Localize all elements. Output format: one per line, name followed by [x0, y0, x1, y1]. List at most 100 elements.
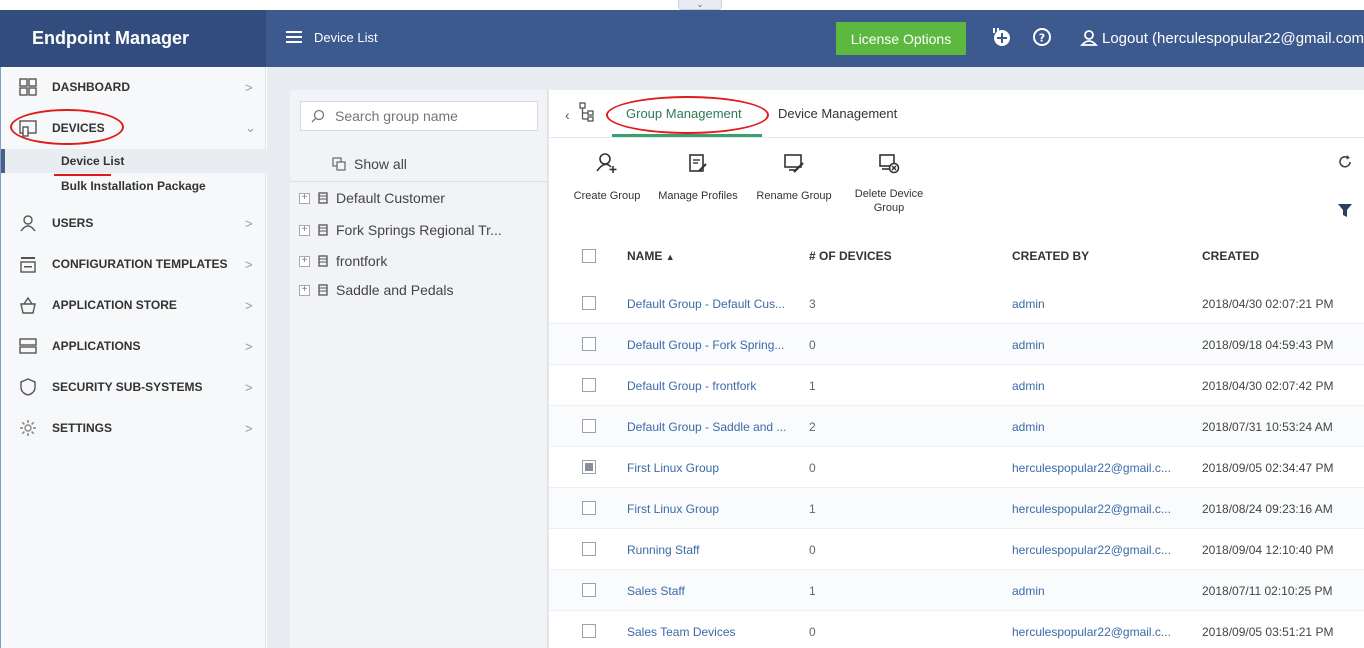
cell-created-by[interactable]: herculespopular22@gmail.c...: [1012, 461, 1182, 475]
cell-created-by[interactable]: admin: [1012, 379, 1182, 393]
tree-node[interactable]: + Default Customer: [299, 186, 445, 210]
cell-name[interactable]: Running Staff: [627, 543, 787, 557]
row-checkbox[interactable]: [582, 337, 596, 351]
cell-created-by[interactable]: admin: [1012, 297, 1182, 311]
tab-group-management[interactable]: Group Management: [626, 106, 742, 121]
table-row[interactable]: First Linux Group 1 herculespopular22@gmai…: [549, 488, 1364, 529]
applications-icon: [19, 338, 37, 354]
menu-toggle-icon[interactable]: [286, 28, 302, 48]
tree-node[interactable]: + frontfork: [299, 249, 387, 273]
group-search[interactable]: [300, 101, 538, 131]
cell-created: 2018/09/04 12:10:40 PM: [1202, 543, 1334, 557]
row-checkbox[interactable]: [582, 378, 596, 392]
tree-node[interactable]: + Fork Springs Regional Tr...: [299, 218, 502, 242]
cell-created-by[interactable]: herculespopular22@gmail.c...: [1012, 625, 1182, 639]
sidebar-item-users[interactable]: USERS >: [1, 203, 267, 243]
table-row[interactable]: Default Group - frontfork 1 admin 2018/04/3…: [549, 365, 1364, 406]
tree-node[interactable]: + Saddle and Pedals: [299, 278, 454, 302]
logout-link[interactable]: Logout (herculespopular22@gmail.com): [1080, 29, 1364, 47]
show-all-link[interactable]: Show all: [290, 146, 548, 182]
row-checkbox[interactable]: [582, 460, 596, 474]
cell-name[interactable]: First Linux Group: [627, 502, 787, 516]
table-row[interactable]: Sales Team Devices 0 herculespopular22@gma…: [549, 611, 1364, 648]
help-icon[interactable]: ?: [1032, 27, 1052, 47]
table-row[interactable]: Default Group - Saddle and ... 2 admin 2018…: [549, 406, 1364, 447]
tab-device-management[interactable]: Device Management: [778, 106, 897, 121]
table-row[interactable]: Sales Staff 1 admin 2018/07/11 02:10:25 PM: [549, 570, 1364, 611]
cell-created-by[interactable]: admin: [1012, 338, 1182, 352]
cell-name[interactable]: Default Group - frontfork: [627, 379, 787, 393]
cell-name[interactable]: Default Group - Saddle and ...: [627, 420, 787, 434]
cell-name[interactable]: First Linux Group: [627, 461, 787, 475]
add-icon[interactable]: [991, 27, 1011, 47]
column-header-count[interactable]: # OF DEVICES: [809, 249, 892, 263]
cell-name[interactable]: Default Group - Default Cus...: [627, 297, 787, 311]
breadcrumb: Device List: [314, 30, 378, 45]
row-checkbox[interactable]: [582, 583, 596, 597]
cell-created: 2018/07/11 02:10:25 PM: [1202, 584, 1333, 598]
sidebar-item-configuration-templates[interactable]: CONFIGURATION TEMPLATES >: [1, 244, 267, 284]
license-options-button[interactable]: License Options: [836, 22, 966, 55]
group-tree-panel: Show all + Default Customer + Fork Sprin…: [290, 90, 548, 648]
sidebar-label: DASHBOARD: [52, 80, 130, 94]
refresh-icon[interactable]: [1337, 154, 1353, 170]
filter-icon[interactable]: [1338, 204, 1352, 218]
sidebar-label: CONFIGURATION TEMPLATES: [52, 257, 228, 271]
manage-profiles-button[interactable]: Manage Profiles: [655, 152, 741, 202]
expand-icon[interactable]: +: [299, 284, 310, 296]
chevron-right-icon: >: [245, 338, 253, 354]
cell-name[interactable]: Sales Staff: [627, 584, 787, 598]
sidebar-item-devices[interactable]: DEVICES ⌄: [1, 108, 267, 148]
table-header: NAME ▲ # OF DEVICES CREATED BY CREATED: [549, 238, 1364, 274]
server-icon: [318, 224, 328, 236]
table-row[interactable]: Default Group - Fork Spring... 0 admin 2018…: [549, 324, 1364, 365]
select-all-checkbox[interactable]: [582, 249, 596, 263]
user-icon: [1080, 30, 1098, 46]
cell-created: 2018/04/30 02:07:21 PM: [1202, 297, 1334, 311]
column-header-created-by[interactable]: CREATED BY: [1012, 249, 1089, 263]
cell-name[interactable]: Sales Team Devices: [627, 625, 787, 639]
sidebar-item-application-store[interactable]: APPLICATION STORE >: [1, 285, 267, 325]
table-row[interactable]: Default Group - Default Cus... 3 admin 2018…: [549, 283, 1364, 324]
cell-device-count: 3: [809, 297, 816, 311]
tree-node-label: Fork Springs Regional Tr...: [336, 222, 502, 238]
sidebar-subitem-device-list[interactable]: Device List: [1, 149, 267, 173]
delete-device-icon: [879, 154, 900, 174]
cell-created: 2018/09/18 04:59:43 PM: [1202, 338, 1334, 352]
column-header-created[interactable]: CREATED: [1202, 249, 1259, 263]
chevron-left-icon[interactable]: ‹: [565, 107, 570, 123]
expand-icon[interactable]: +: [299, 224, 310, 236]
sidebar-item-security-sub-systems[interactable]: SECURITY SUB-SYSTEMS >: [1, 367, 267, 407]
row-checkbox[interactable]: [582, 296, 596, 310]
chevron-right-icon: >: [245, 215, 253, 231]
expand-icon[interactable]: +: [299, 192, 310, 204]
sidebar-item-settings[interactable]: SETTINGS >: [1, 408, 267, 448]
expand-icon[interactable]: +: [299, 255, 310, 267]
cell-created-by[interactable]: herculespopular22@gmail.c...: [1012, 502, 1182, 516]
cell-created-by[interactable]: admin: [1012, 420, 1182, 434]
shield-icon: [20, 378, 36, 396]
sidebar-label: USERS: [52, 216, 94, 230]
sidebar: DASHBOARD > DEVICES ⌄ Device List Bulk I…: [0, 67, 267, 648]
create-group-button[interactable]: Create Group: [571, 152, 643, 202]
delete-device-group-button[interactable]: Delete Device Group: [849, 152, 929, 214]
collapse-header-tab[interactable]: ⌄: [678, 0, 722, 10]
row-checkbox[interactable]: [582, 419, 596, 433]
column-header-name[interactable]: NAME ▲: [627, 249, 675, 263]
cell-created-by[interactable]: admin: [1012, 584, 1182, 598]
search-input[interactable]: [335, 108, 525, 124]
row-checkbox[interactable]: [582, 501, 596, 515]
tree-structure-icon[interactable]: [579, 102, 595, 122]
table-row[interactable]: Running Staff 0 herculespopular22@gmail.c.…: [549, 529, 1364, 570]
rename-group-button[interactable]: Rename Group: [754, 152, 834, 202]
cell-name[interactable]: Default Group - Fork Spring...: [627, 338, 787, 352]
sidebar-item-dashboard[interactable]: DASHBOARD >: [1, 67, 267, 107]
table-row[interactable]: First Linux Group 0 herculespopular22@gmai…: [549, 447, 1364, 488]
chevron-right-icon: >: [245, 256, 253, 272]
row-checkbox[interactable]: [582, 542, 596, 556]
sidebar-subitem-bulk-installation[interactable]: Bulk Installation Package: [1, 176, 267, 200]
row-checkbox[interactable]: [582, 624, 596, 638]
cell-created-by[interactable]: herculespopular22@gmail.c...: [1012, 543, 1182, 557]
dashboard-icon: [19, 78, 37, 96]
sidebar-item-applications[interactable]: APPLICATIONS >: [1, 326, 267, 366]
